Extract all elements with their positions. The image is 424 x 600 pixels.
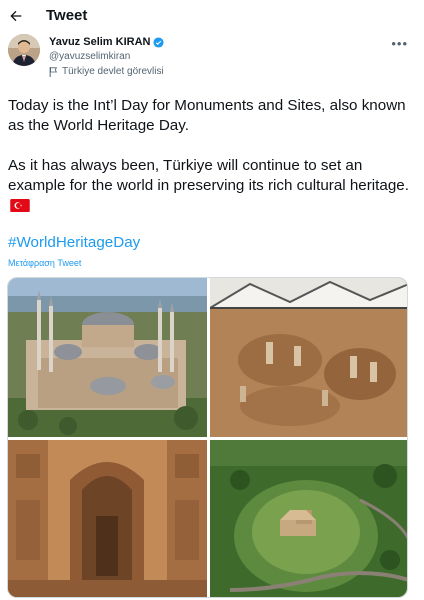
top-bar: Tweet xyxy=(0,0,424,32)
author-name[interactable]: Yavuz Selim KIRAN xyxy=(49,36,165,48)
tweet-body: Today is the Int’l Day for Monuments and… xyxy=(8,96,413,236)
page-title: Tweet xyxy=(46,7,88,24)
account-label: Türkiye devlet görevlisi xyxy=(49,66,164,77)
media-grid[interactable] xyxy=(7,277,408,598)
more-options-icon[interactable]: ••• xyxy=(391,36,408,51)
flag-outline-icon xyxy=(49,66,58,77)
media-image-aerial-mound[interactable] xyxy=(210,440,407,597)
media-image-gobeklitepe[interactable] xyxy=(210,278,407,437)
avatar[interactable] xyxy=(8,34,40,66)
media-image-divrigi-portal[interactable] xyxy=(8,440,207,597)
verified-badge-icon xyxy=(153,36,165,48)
author-handle[interactable]: @yavuzselimkiran xyxy=(49,51,130,62)
tweet-paragraph-1: Today is the Int’l Day for Monuments and… xyxy=(8,97,406,134)
hashtag-link[interactable]: #WorldHeritageDay xyxy=(8,234,140,251)
tweet-paragraph-2: As it has always been, Türkiye will cont… xyxy=(8,156,413,216)
turkey-flag-icon xyxy=(10,199,30,212)
back-button[interactable] xyxy=(6,6,26,26)
translate-tweet-link[interactable]: Μετάφραση Tweet xyxy=(8,258,81,268)
arrow-left-icon xyxy=(10,10,22,22)
media-image-hagia-sophia[interactable] xyxy=(8,278,207,437)
